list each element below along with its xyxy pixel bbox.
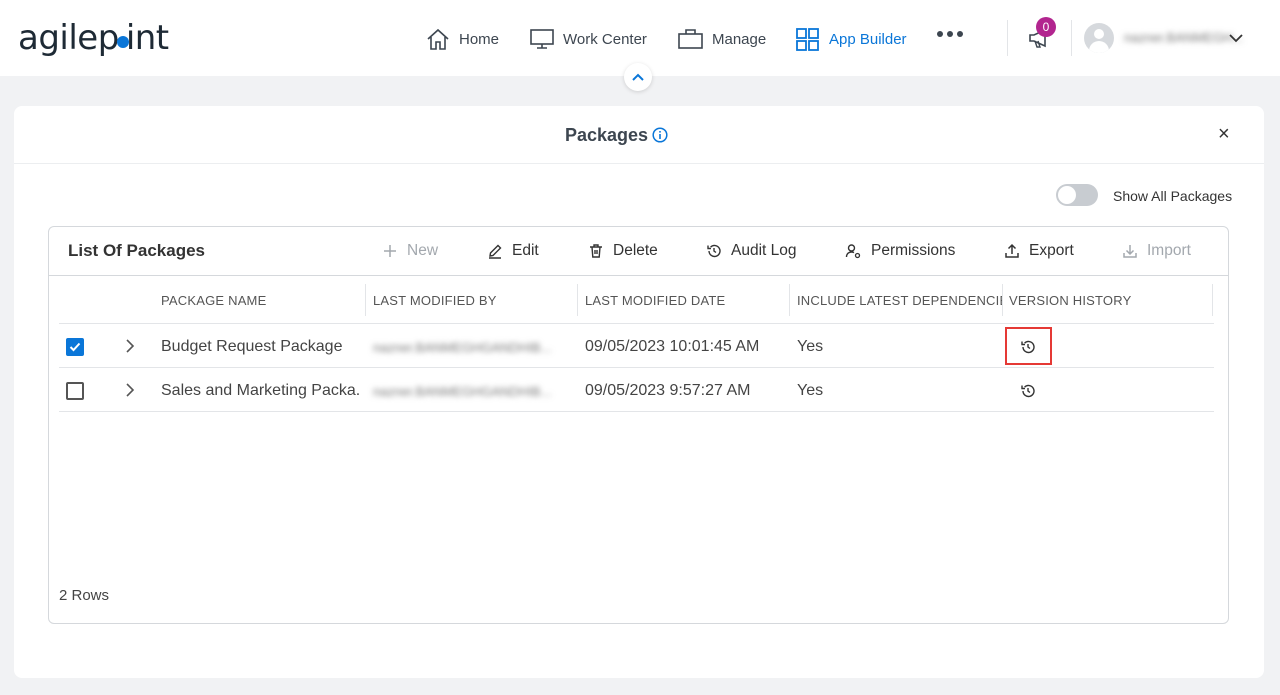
nav-home-label: Home [459,30,500,48]
new-button-label: New [407,242,439,259]
checkmark-icon [69,342,81,352]
modified-date-cell: 09/05/2023 10:01:45 AM [585,338,760,355]
column-divider [789,284,790,316]
user-avatar[interactable] [1084,23,1114,53]
column-header-last-modified-date[interactable]: LAST MODIFIED DATE [585,293,775,308]
collapse-header-button[interactable] [624,63,652,91]
column-divider [365,284,366,316]
column-header-last-modified-by[interactable]: LAST MODIFIED BY [373,293,563,308]
monitor-icon [530,29,554,49]
edit-button[interactable]: Edit [487,242,539,260]
delete-button-label: Delete [613,242,658,259]
card-title: List Of Packages [68,241,206,260]
permissions-button[interactable]: Permissions [845,242,955,260]
export-button-label: Export [1029,242,1074,259]
package-name-cell[interactable]: Budget Request Package [161,338,359,356]
column-divider [577,284,578,316]
nav-divider [1071,20,1072,56]
packages-panel: Packages × Show All Packages List Of Pac… [14,106,1264,678]
username-label[interactable]: nazner.BANMEGH... [1124,30,1243,45]
package-name-cell[interactable]: Sales and Marketing Packa... [161,382,359,400]
history-icon [707,244,721,258]
nav-divider [1007,20,1008,56]
chevron-up-icon [632,73,644,81]
show-all-packages-toggle[interactable] [1056,184,1098,206]
row-checkbox[interactable] [66,382,84,400]
modified-by-cell: nazner.BANMEGHGANDHIB... [373,384,552,399]
modified-by-cell: nazner.BANMEGHGANDHIB... [373,340,552,355]
row-divider [59,367,1214,368]
import-button[interactable]: Import [1122,242,1191,260]
row-count-label: 2 Rows [59,587,110,604]
nav-app-builder[interactable]: App Builder [795,24,907,54]
column-header-package-name[interactable]: PACKAGE NAME [161,293,351,308]
nav-work-center-label: Work Center [563,30,647,48]
edit-button-label: Edit [512,242,539,259]
logo-text-end: int [125,18,169,58]
import-button-label: Import [1147,242,1191,259]
nav-work-center[interactable]: Work Center [529,24,647,54]
notification-badge: 0 [1036,17,1056,37]
logo-text-start: agilep [18,18,119,58]
version-history-highlight [1005,327,1052,365]
page-title: Packages [565,125,649,145]
info-icon[interactable] [652,127,668,143]
nav-manage-label: Manage [712,30,767,48]
agilepoint-logo[interactable]: agilep int [18,18,169,58]
download-icon [1123,245,1137,258]
dependencies-cell: Yes [797,338,824,355]
dependencies-cell: Yes [797,382,824,399]
trash-icon [590,244,602,258]
logo-dot [116,36,129,48]
grid-icon [796,28,819,51]
version-history-icon[interactable] [1020,383,1036,399]
audit-log-button[interactable]: Audit Log [706,242,797,260]
close-button[interactable]: × [1218,123,1230,146]
nav-home[interactable]: Home [425,24,499,54]
column-divider [1212,284,1213,316]
permissions-button-label: Permissions [871,242,956,259]
nav-app-builder-label: App Builder [829,30,907,48]
modified-date-cell: 09/05/2023 9:57:27 AM [585,382,751,399]
chevron-right-icon[interactable] [125,338,135,354]
chevron-right-icon[interactable] [125,382,135,398]
new-button[interactable]: New [382,242,438,260]
audit-log-button-label: Audit Log [731,242,797,259]
delete-button[interactable]: Delete [588,242,658,260]
user-key-icon [845,244,861,259]
panel-header: Packages × [14,106,1264,164]
header-row-divider [59,323,1214,324]
show-all-packages-label: Show All Packages [1113,188,1233,204]
chevron-down-icon[interactable] [1228,31,1244,45]
plus-icon [384,245,396,257]
more-menu-icon[interactable] [937,31,963,37]
export-button[interactable]: Export [1004,242,1074,260]
briefcase-icon [678,29,703,49]
nav-manage[interactable]: Manage [677,24,766,54]
pencil-icon [489,244,502,259]
row-checkbox[interactable] [66,338,84,356]
home-icon [427,28,449,50]
upload-icon [1005,243,1019,258]
column-divider [1002,284,1003,316]
toolbar-divider [49,275,1228,276]
column-header-version-history[interactable]: VERSION HISTORY [1009,293,1209,308]
row-divider [59,411,1214,412]
packages-list-card: List Of Packages New Edit Delete Audit L… [48,226,1229,624]
column-header-include-latest-dependencies[interactable]: INCLUDE LATEST DEPENDENCIES [797,293,1002,308]
